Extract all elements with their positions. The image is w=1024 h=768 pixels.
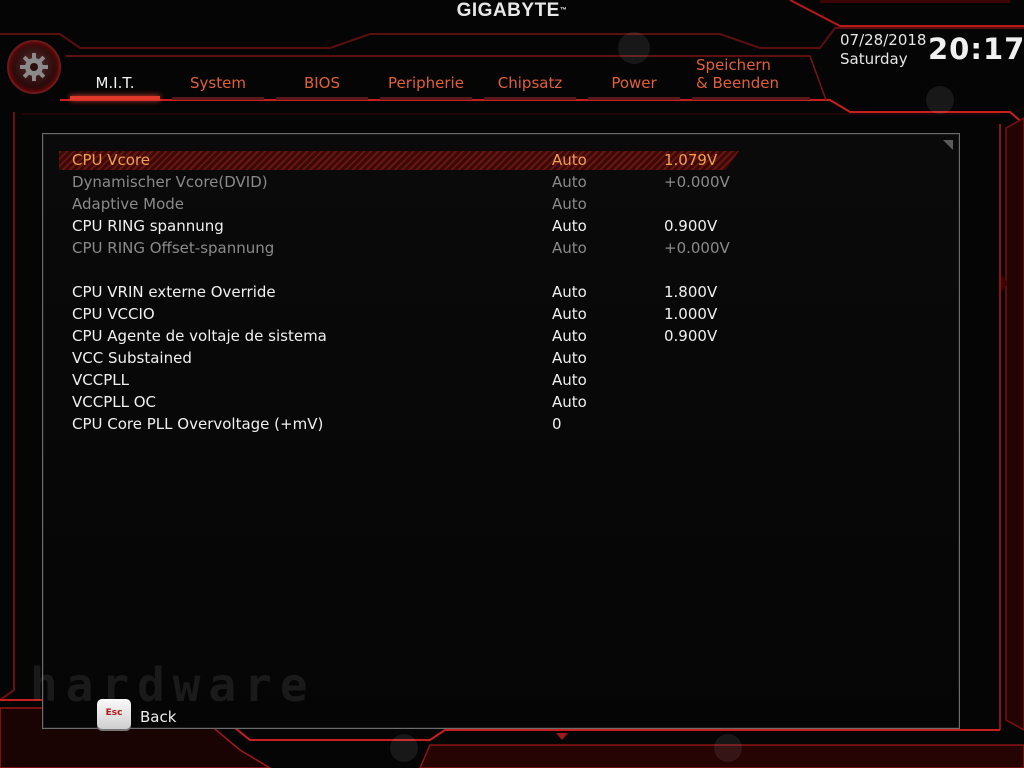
watermark-text: hardware — [30, 658, 316, 712]
tab-label: Chipsatz — [497, 74, 563, 92]
tab-underline — [172, 97, 264, 100]
setting-row[interactable]: VCCPLL OC Auto — [43, 391, 743, 413]
setting-row[interactable]: CPU VCCIO Auto 1.000V — [43, 303, 743, 325]
setting-name: CPU Agente de voltaje de sistema — [72, 327, 327, 345]
setting-name: CPU RING Offset-spannung — [72, 239, 275, 257]
setting-mode: Auto — [552, 305, 587, 323]
tab-peripherie[interactable]: Peripherie — [380, 56, 472, 102]
selection-highlight — [59, 151, 739, 170]
tab-power[interactable]: Power — [588, 56, 680, 102]
esc-key-icon[interactable]: Esc — [97, 699, 131, 729]
scroll-down-arrow-icon[interactable] — [556, 733, 568, 740]
tab-system[interactable]: System — [172, 56, 264, 102]
tab-label: M.I.T. — [95, 74, 135, 92]
setting-value: 0.900V — [664, 327, 718, 345]
setting-row[interactable]: CPU VRIN externe Override Auto 1.800V — [43, 281, 743, 303]
setting-name: CPU VRIN externe Override — [72, 283, 276, 301]
trademark-mark: ™ — [559, 7, 568, 14]
settings-gear-icon[interactable] — [7, 40, 61, 94]
tab-label: Speichern & Beenden — [696, 56, 779, 92]
setting-row[interactable]: CPU RING spannung Auto 0.900V — [43, 215, 743, 237]
tab-speichern-beenden[interactable]: Speichern & Beenden — [692, 56, 810, 102]
setting-value: +0.000V — [664, 239, 730, 257]
setting-mode: Auto — [552, 239, 587, 257]
setting-row: Adaptive Mode Auto — [43, 193, 743, 215]
tab-label: Peripherie — [388, 74, 464, 92]
tab-chipsatz[interactable]: Chipsatz — [484, 56, 576, 102]
tab-mit[interactable]: M.I.T. — [70, 56, 160, 102]
setting-row[interactable]: VCCPLL Auto — [43, 369, 743, 391]
setting-row[interactable]: VCC Substained Auto — [43, 347, 743, 369]
tab-underline — [588, 97, 680, 100]
setting-name: VCCPLL — [72, 371, 129, 389]
setting-mode: Auto — [552, 173, 587, 191]
setting-mode: Auto — [552, 283, 587, 301]
tab-label: BIOS — [303, 74, 341, 92]
setting-row: CPU RING Offset-spannung Auto +0.000V — [43, 237, 743, 259]
setting-mode: Auto — [552, 195, 587, 213]
gear-icon — [20, 53, 48, 81]
tab-bios[interactable]: BIOS — [276, 56, 368, 102]
brand-name: GIGABYTE — [456, 0, 560, 21]
setting-name: Adaptive Mode — [72, 195, 185, 213]
setting-value: 1.079V — [664, 151, 718, 169]
setting-value: 1.800V — [664, 283, 718, 301]
date-text: 07/28/2018 — [840, 31, 927, 49]
setting-name: CPU Core PLL Overvoltage (+mV) — [72, 415, 324, 433]
setting-value: +0.000V — [664, 173, 730, 191]
setting-row[interactable]: CPU Vcore Auto 1.079V — [43, 149, 743, 171]
settings-panel: CPU Vcore Auto 1.079V Dynamischer Vcore(DVI… — [42, 133, 960, 729]
setting-row[interactable]: CPU Agente de voltaje de sistema Auto 0.90… — [43, 325, 743, 347]
tab-underline — [276, 97, 368, 100]
esc-key-label: Esc — [105, 708, 123, 718]
tab-underline — [484, 97, 576, 100]
setting-name: CPU RING spannung — [72, 217, 224, 235]
setting-value: 1.000V — [664, 305, 718, 323]
setting-name: VCC Substained — [72, 349, 192, 367]
setting-row[interactable]: CPU Core PLL Overvoltage (+mV) 0 — [43, 413, 743, 435]
setting-name: Dynamischer Vcore(DVID) — [72, 173, 268, 191]
clock-time: 20:17 — [928, 32, 1024, 66]
tab-underline — [692, 97, 810, 100]
setting-name: VCCPLL OC — [72, 393, 157, 411]
setting-name: CPU VCCIO — [72, 305, 155, 323]
back-button[interactable]: Back — [140, 708, 176, 726]
tab-label: System — [190, 74, 246, 92]
setting-row: Dynamischer Vcore(DVID) Auto +0.000V — [43, 171, 743, 193]
tab-underline — [380, 97, 472, 100]
brand-logo: GIGABYTE™ — [0, 0, 1024, 24]
setting-mode: 0 — [552, 415, 562, 433]
scroll-right-arrow-icon[interactable] — [1001, 274, 1008, 292]
setting-mode: Auto — [552, 217, 587, 235]
panel-corner-icon — [943, 140, 953, 150]
setting-mode: Auto — [552, 371, 587, 389]
clock-date-block: 07/28/2018 Saturday — [840, 31, 926, 69]
setting-mode: Auto — [552, 151, 587, 169]
setting-name: CPU Vcore — [72, 151, 151, 169]
setting-mode: Auto — [552, 327, 587, 345]
tab-label: Power — [611, 74, 657, 92]
day-text: Saturday — [840, 50, 908, 68]
setting-mode: Auto — [552, 393, 587, 411]
setting-mode: Auto — [552, 349, 587, 367]
setting-value: 0.900V — [664, 217, 718, 235]
tab-underline — [70, 96, 160, 100]
